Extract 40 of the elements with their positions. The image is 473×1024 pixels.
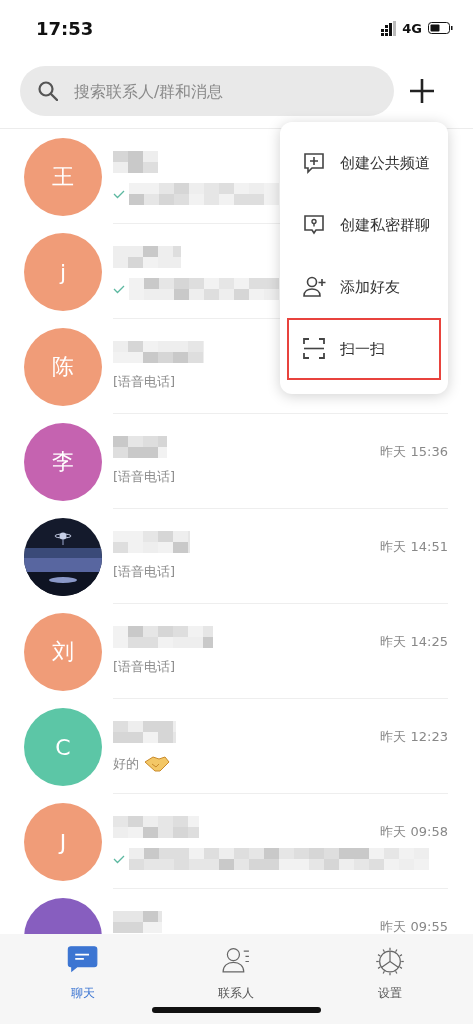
chat-time: 昨天 14:51 xyxy=(380,538,448,556)
blurred-name-drawing xyxy=(113,151,158,173)
tab[interactable]: 聊天 xyxy=(37,946,128,1002)
avatar: J xyxy=(24,803,102,881)
chat-time: 昨天 14:25 xyxy=(380,633,448,651)
avatar: C xyxy=(24,708,102,786)
tab[interactable]: 联系人 xyxy=(191,946,282,1002)
menu-item[interactable]: 扫一扫 xyxy=(287,318,441,380)
scan-icon xyxy=(303,338,326,360)
blurred-name-drawing xyxy=(113,246,181,268)
battery-icon xyxy=(428,22,453,34)
avatar: 王 xyxy=(24,138,102,216)
avatar: 陈 xyxy=(24,328,102,406)
add-user-icon xyxy=(303,276,326,298)
message-preview: [语音电话] xyxy=(113,373,176,391)
search-field[interactable]: 搜索联系人/群和消息 xyxy=(20,66,394,116)
search-icon xyxy=(38,81,58,101)
message-preview: [语音电话] xyxy=(113,658,176,676)
chat-time: 昨天 09:55 xyxy=(380,918,448,936)
menu-item[interactable]: 创建私密群聊 xyxy=(287,194,441,256)
avatar: j xyxy=(24,233,102,311)
tab[interactable]: 设置 xyxy=(345,946,436,1002)
network-type: 4G xyxy=(402,20,422,36)
chat-time: 昨天 12:23 xyxy=(380,728,448,746)
avatar: 李 xyxy=(24,423,102,501)
message-preview: [语音电话] xyxy=(113,563,176,581)
chat-time: 昨天 09:58 xyxy=(380,823,448,841)
message-preview: [语音电话] xyxy=(113,468,176,486)
add-icon[interactable] xyxy=(410,79,434,103)
menu-item[interactable]: 添加好友 xyxy=(287,256,441,318)
message-preview: 好的 xyxy=(113,755,139,773)
menu-item[interactable]: 创建公共频道 xyxy=(287,132,441,194)
avatar: 刘 xyxy=(24,613,102,691)
chat-plus-icon xyxy=(303,152,326,174)
chat-time: 昨天 15:36 xyxy=(380,443,448,461)
chat-lock-icon xyxy=(303,214,326,236)
blurred-name-drawing xyxy=(113,436,167,458)
signal-icon xyxy=(381,20,397,36)
blurred-name-drawing xyxy=(113,721,176,743)
clock-time: 17:53 xyxy=(36,17,94,39)
